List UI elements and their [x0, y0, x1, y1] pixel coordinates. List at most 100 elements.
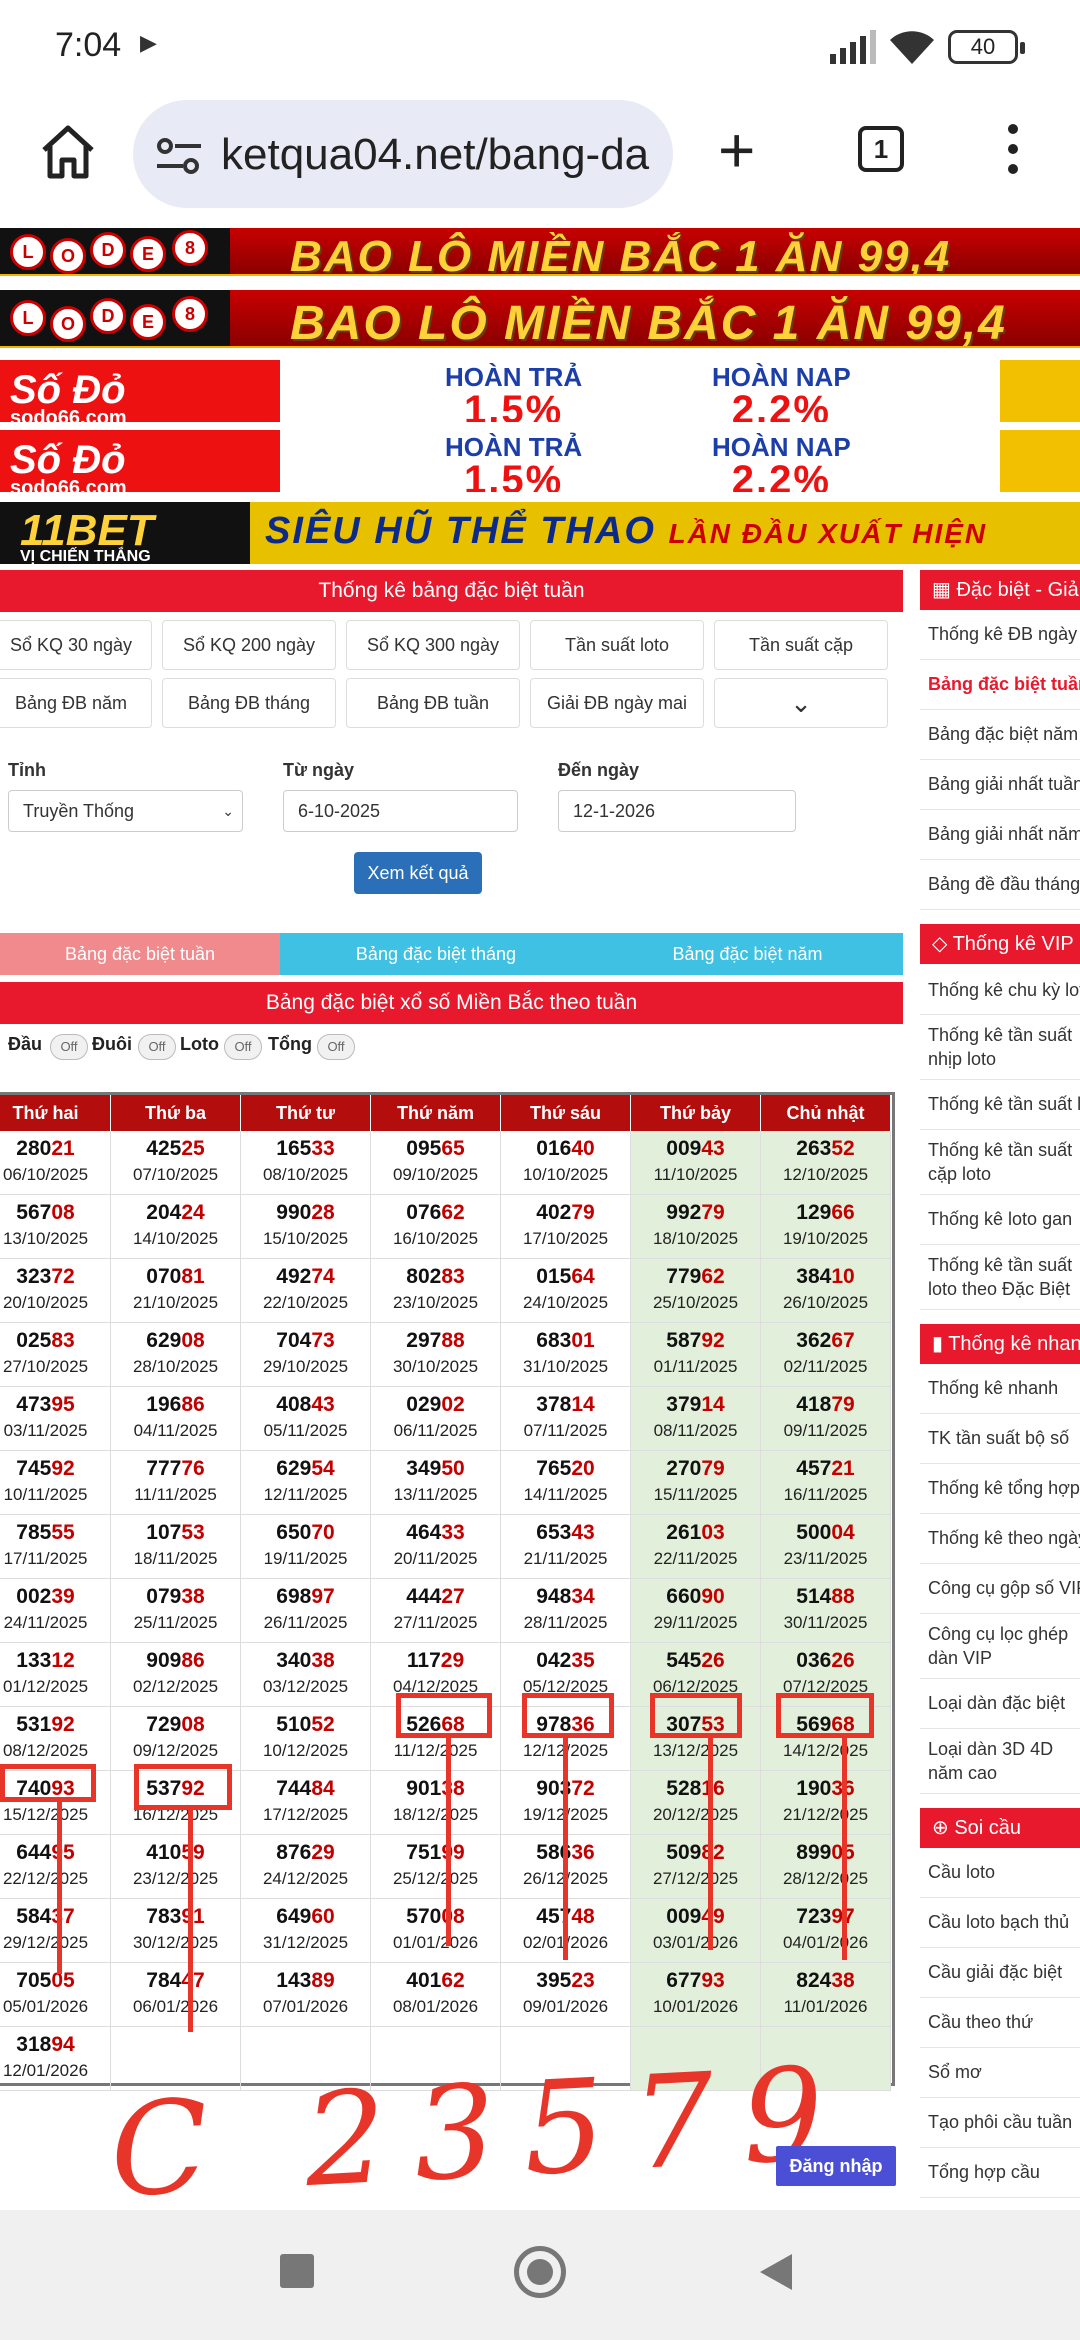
sidebar-item[interactable]: Công cụ lọc ghép dàn VIP	[920, 1614, 1080, 1679]
expand-chevron-icon[interactable]: ⌄	[714, 678, 888, 728]
table-cell: 72908 09/12/2025	[111, 1707, 241, 1771]
cell-date: 25/12/2025	[392, 1869, 479, 1888]
tinh-select[interactable]: Truyền Thống ⌄	[8, 790, 243, 832]
banner-sodo-1[interactable]: Số Đỏ sodo66.com HOÀN TRẢ 1.5% HOÀN NAP 2.2…	[0, 360, 1080, 422]
sidebar-item[interactable]: Bảng giải nhất năm	[920, 810, 1080, 860]
btn-so-kq-300[interactable]: Sổ KQ 300 ngày	[346, 620, 520, 670]
sidebar-item[interactable]: Bảng đề đầu tháng	[920, 860, 1080, 910]
sidebar-item[interactable]: Loại dàn đặc biệt	[920, 1679, 1080, 1729]
sidebar-item[interactable]: Bảng đặc biệt năm	[920, 710, 1080, 760]
sidebar-item[interactable]: Thống kê theo ngày	[920, 1514, 1080, 1564]
table-cell: 37814 07/11/2025	[501, 1387, 631, 1451]
table-cell: 78555 17/11/2025	[0, 1515, 111, 1579]
sidebar-item[interactable]: Thống kê tần suất cặp loto	[920, 1130, 1080, 1195]
submit-button[interactable]: Xem kết quả	[354, 852, 482, 894]
sidebar-item[interactable]: Loại dàn 3D 4D năm cao	[920, 1729, 1080, 1794]
cell-number: 11729	[406, 1649, 465, 1672]
sidebar-item[interactable]: Bảng đặc biệt tuần	[920, 660, 1080, 710]
cell-date: 24/12/2025	[262, 1869, 349, 1888]
cell-date: 30/10/2025	[392, 1357, 479, 1376]
cell-date: 06/10/2025	[2, 1165, 89, 1184]
tab-bang-dac-biet-tuan[interactable]: Bảng đặc biệt tuần	[0, 933, 280, 975]
table-cell: 66090 29/11/2025	[631, 1579, 761, 1643]
sidebar-item[interactable]: Thống kê tần suất nhịp loto	[920, 1015, 1080, 1080]
table-cell: 50982 27/12/2025	[631, 1835, 761, 1899]
sidebar-item[interactable]: Cầu loto bạch thủ	[920, 1898, 1080, 1948]
btn-tan-suat-loto[interactable]: Tần suất loto	[530, 620, 704, 670]
cell-date: 09/12/2025	[132, 1741, 219, 1760]
sidebar-item[interactable]: Thống kê ĐB ngày mai	[920, 610, 1080, 660]
cell-number: 70505	[16, 1969, 75, 1992]
cell-date: 07/01/2026	[262, 1997, 349, 2016]
home-nav-icon[interactable]	[514, 2246, 566, 2298]
toggle-loto[interactable]: Off	[224, 1034, 262, 1060]
sidebar-item[interactable]: Sổ mơ	[920, 2048, 1080, 2098]
btn-so-kq-30[interactable]: Sổ KQ 30 ngày	[0, 620, 152, 670]
table-cell: 41879 09/11/2025	[761, 1387, 891, 1451]
sidebar-item[interactable]: Tổng hợp cầu	[920, 2148, 1080, 2198]
banner-11bet[interactable]: 11BET VỊ CHIẾN THẮNG SIÊU HŨ THỂ THAO LẦN…	[0, 502, 1080, 564]
recents-icon[interactable]	[280, 2254, 314, 2288]
hoan-tra-label: HOÀN TRẢ 1.5%	[445, 432, 583, 492]
more-menu-icon[interactable]	[1003, 124, 1023, 184]
cell-date: 27/12/2025	[652, 1869, 739, 1888]
btn-giai-db-ngay-mai[interactable]: Giải ĐB ngày mai	[530, 678, 704, 728]
play-icon: ▶	[140, 30, 157, 55]
cell-number: 03626	[796, 1649, 855, 1672]
sidebar-item[interactable]: Thống kê loto gan	[920, 1195, 1080, 1245]
cell-number: 99279	[666, 1201, 725, 1224]
back-icon[interactable]	[760, 2254, 792, 2290]
btn-so-kq-200[interactable]: Sổ KQ 200 ngày	[162, 620, 336, 670]
table-cell: 65070 19/11/2025	[241, 1515, 371, 1579]
sidebar-item[interactable]: TK tần suất bộ số	[920, 1414, 1080, 1464]
sidebar-item[interactable]: Thống kê tổng hợp	[920, 1464, 1080, 1514]
sidebar-item[interactable]: Tạo phôi cầu tuần	[920, 2098, 1080, 2148]
banner-lode-1[interactable]: LODE8 BAO LÔ MIỀN BẮC 1 ĂN 99,4	[0, 228, 1080, 276]
btn-bang-db-nam[interactable]: Bảng ĐB năm	[0, 678, 152, 728]
cell-number: 04235	[536, 1649, 595, 1672]
sidebar-item[interactable]: Cầu giải đặc biệt	[920, 1948, 1080, 1998]
annotation-line	[446, 1738, 451, 1946]
toggle-tong[interactable]: Off	[317, 1034, 355, 1060]
tab-bang-dac-biet-thang[interactable]: Bảng đặc biệt tháng	[280, 933, 592, 975]
den-ngay-input[interactable]: 12-1-2026	[558, 790, 796, 832]
btn-bang-db-thang[interactable]: Bảng ĐB tháng	[162, 678, 336, 728]
table-cell: 65343 21/11/2025	[501, 1515, 631, 1579]
toggle-dau[interactable]: Off	[50, 1034, 88, 1060]
sidebar-item[interactable]: Cầu loto	[920, 1848, 1080, 1898]
cell-date: 30/11/2025	[783, 1613, 868, 1632]
new-tab-icon[interactable]: +	[718, 118, 755, 182]
sidebar-item[interactable]: Cầu theo thứ	[920, 1998, 1080, 2048]
cell-number: 76520	[536, 1457, 595, 1480]
login-button[interactable]: Đăng nhập	[776, 2146, 896, 2186]
home-icon[interactable]	[38, 122, 98, 182]
sidebar-item[interactable]: Bảng giải nhất tuần	[920, 760, 1080, 810]
table-cell: 90986 02/12/2025	[111, 1643, 241, 1707]
site-settings-icon[interactable]	[157, 136, 201, 176]
sodo-logo: Số Đỏ sodo66.com	[10, 368, 127, 422]
cell-date: 21/12/2025	[782, 1805, 869, 1824]
sidebar-item[interactable]: Thống kê chu kỳ loto	[920, 964, 1080, 1015]
cell-date: 15/12/2025	[2, 1805, 89, 1824]
cell-number: 45721	[796, 1457, 855, 1480]
sidebar-item[interactable]: Thống kê tần suất loto theo Đặc Biệt	[920, 1245, 1080, 1310]
btn-tan-suat-cap[interactable]: Tần suất cặp	[714, 620, 888, 670]
sidebar-item[interactable]: Thống kê nhanh	[920, 1364, 1080, 1414]
tu-ngay-input[interactable]: 6-10-2025	[283, 790, 518, 832]
address-bar[interactable]: ketqua04.net/bang-da	[133, 100, 673, 208]
url-text[interactable]: ketqua04.net/bang-da	[221, 130, 661, 180]
sidebar-section-header: ◇ Thống kê VIP	[920, 924, 1080, 964]
tab-bang-dac-biet-nam[interactable]: Bảng đặc biệt năm	[592, 933, 903, 975]
tab-switcher-button[interactable]: 1	[858, 126, 904, 172]
cell-date: 15/10/2025	[262, 1229, 349, 1248]
sidebar-item[interactable]: Công cụ gộp số VIP	[920, 1564, 1080, 1614]
cell-date: 12/11/2025	[263, 1485, 348, 1504]
sidebar-item[interactable]: Thống kê tần suất loto	[920, 1080, 1080, 1130]
cell-date: 01/01/2026	[392, 1933, 479, 1952]
btn-bang-db-tuan[interactable]: Bảng ĐB tuần	[346, 678, 520, 728]
table-cell: 00239 24/11/2025	[0, 1579, 111, 1643]
banner-lode-2[interactable]: LODE8 BAO LÔ MIỀN BẮC 1 ĂN 99,4	[0, 290, 1080, 348]
toggle-duoi[interactable]: Off	[138, 1034, 176, 1060]
banner-sodo-2[interactable]: Số Đỏ sodo66.com HOÀN TRẢ 1.5% HOÀN NAP 2.2…	[0, 430, 1080, 492]
cell-date: 19/10/2025	[782, 1229, 869, 1248]
